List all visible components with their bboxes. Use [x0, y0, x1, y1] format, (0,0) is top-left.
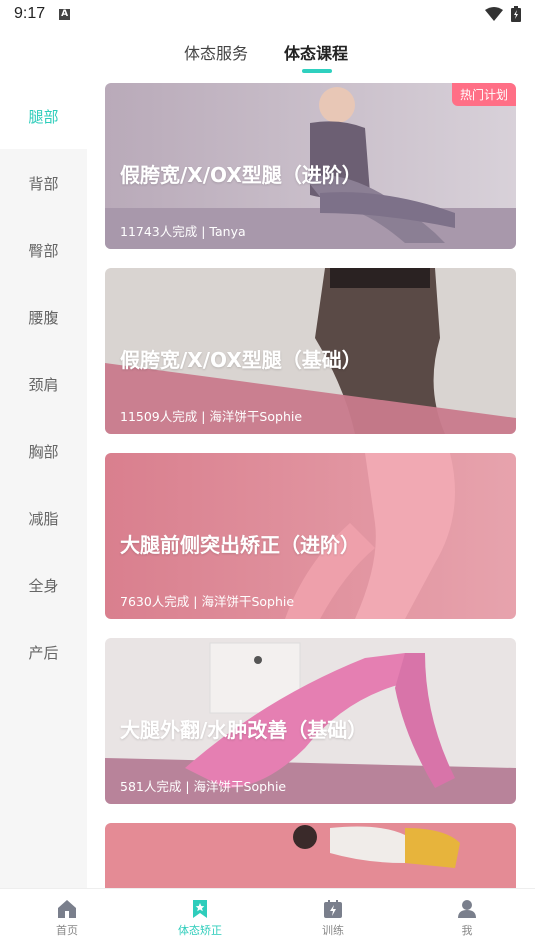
sidebar-item-legs[interactable]: 腿部	[0, 83, 87, 149]
wifi-icon	[485, 7, 503, 21]
sidebar-item-full-body[interactable]: 全身	[0, 552, 87, 618]
course-photo	[105, 823, 516, 888]
bottom-navigation: 首页 体态矫正 训练 我	[0, 888, 535, 951]
sidebar-item-fat-loss[interactable]: 减脂	[0, 485, 87, 551]
course-card[interactable]: 热门计划 假胯宽/X/OX型腿（进阶） 11743人完成 | Tanya	[105, 83, 516, 249]
course-card[interactable]	[105, 823, 516, 888]
nav-home[interactable]: 首页	[27, 899, 107, 938]
sidebar-item-glutes[interactable]: 臀部	[0, 217, 87, 283]
course-title: 大腿前侧突出矫正（进阶）	[120, 533, 360, 557]
course-card[interactable]: 大腿外翻/水肿改善（基础） 581人完成 | 海洋饼干Sophie	[105, 638, 516, 804]
nav-training-label: 训练	[322, 924, 344, 937]
course-title: 假胯宽/X/OX型腿（进阶）	[120, 163, 362, 187]
sidebar-item-waist-abs[interactable]: 腰腹	[0, 284, 87, 350]
nav-home-label: 首页	[56, 924, 78, 937]
nav-me[interactable]: 我	[427, 899, 507, 938]
course-card[interactable]: 假胯宽/X/OX型腿（基础） 11509人完成 | 海洋饼干Sophie	[105, 268, 516, 434]
sidebar-item-neck-shoulder[interactable]: 颈肩	[0, 351, 87, 417]
tab-posture-course[interactable]: 体态课程	[284, 40, 348, 64]
status-time: 9:17	[14, 5, 46, 22]
top-tabs: 体态服务 体态课程	[0, 28, 535, 80]
course-card[interactable]: 大腿前侧突出矫正（进阶） 7630人完成 | 海洋饼干Sophie	[105, 453, 516, 619]
course-meta: 581人完成 | 海洋饼干Sophie	[120, 779, 287, 794]
training-icon	[324, 900, 342, 918]
course-meta: 7630人完成 | 海洋饼干Sophie	[120, 594, 295, 609]
sidebar-item-back[interactable]: 背部	[0, 150, 87, 216]
course-title: 假胯宽/X/OX型腿（基础）	[120, 348, 362, 372]
nav-posture-label: 体态矫正	[178, 924, 222, 937]
active-tab-indicator	[302, 69, 332, 73]
course-meta: 11743人完成 | Tanya	[120, 224, 246, 239]
tab-posture-service[interactable]: 体态服务	[184, 40, 248, 64]
sidebar-item-postpartum[interactable]: 产后	[0, 619, 87, 685]
course-list: 热门计划 假胯宽/X/OX型腿（进阶） 11743人完成 | Tanya 假胯宽…	[105, 83, 516, 888]
notification-icon: A	[59, 8, 71, 20]
nav-posture-correction[interactable]: 体态矫正	[160, 899, 240, 938]
bookmark-icon	[193, 900, 207, 918]
person-icon	[458, 900, 476, 918]
course-meta: 11509人完成 | 海洋饼干Sophie	[120, 409, 303, 424]
hot-plan-badge: 热门计划	[451, 83, 516, 106]
sidebar-item-chest[interactable]: 胸部	[0, 418, 87, 484]
nav-training[interactable]: 训练	[293, 899, 373, 938]
battery-icon	[511, 6, 521, 22]
status-bar: 9:17 A	[0, 0, 535, 28]
home-icon	[58, 900, 76, 918]
category-sidebar: 腿部 背部 臀部 腰腹 颈肩 胸部 减脂 全身 产后	[0, 83, 87, 888]
nav-me-label: 我	[461, 924, 473, 937]
course-title: 大腿外翻/水肿改善（基础）	[120, 718, 368, 742]
